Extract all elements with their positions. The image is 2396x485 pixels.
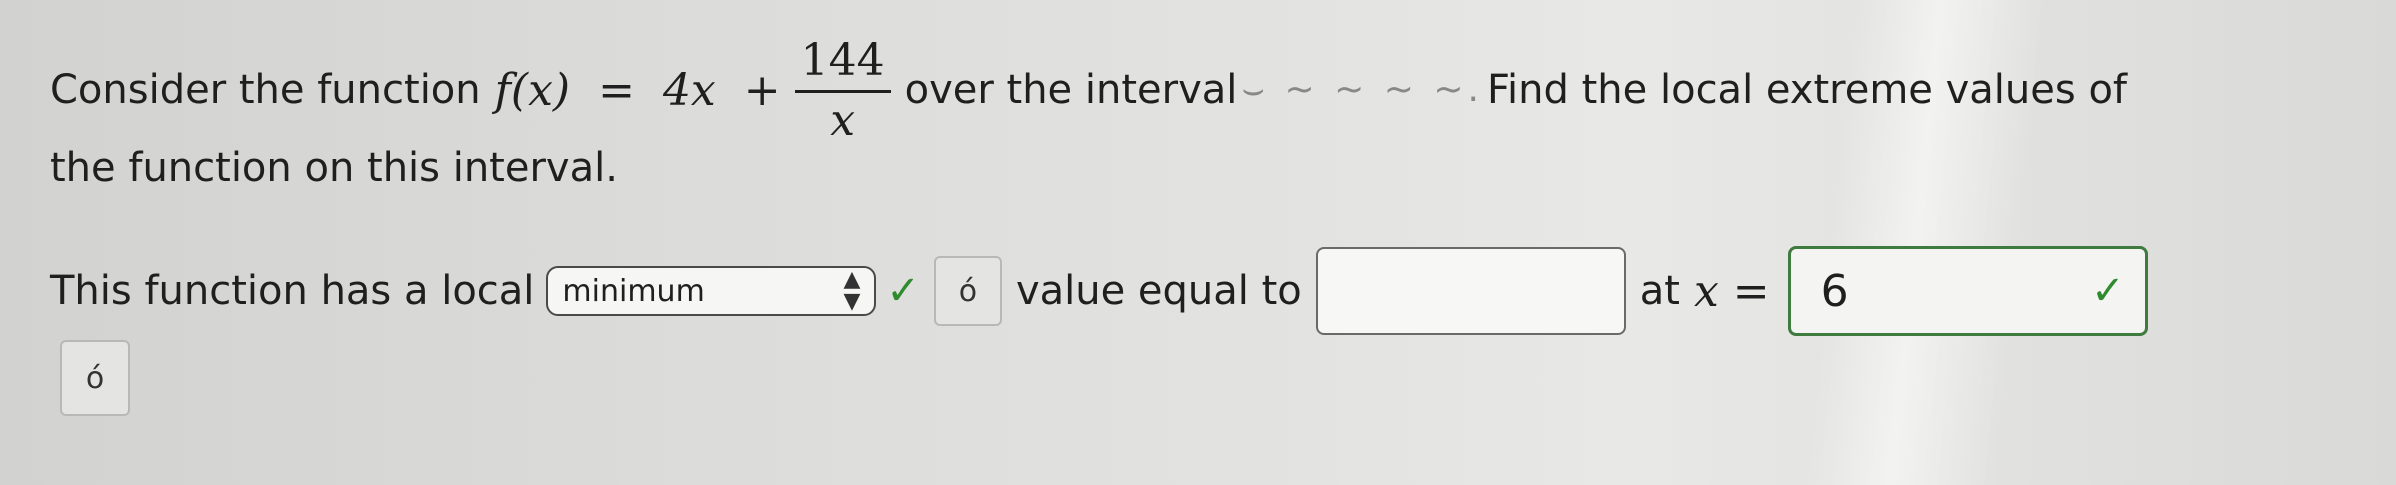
question-lead: Consider the function — [50, 67, 481, 113]
at-text: at — [1639, 268, 1680, 314]
question-line-1: Consider the function f(x) = 4x + 144 x … — [50, 30, 2127, 150]
fraction-denominator: x — [830, 94, 856, 146]
interval-glyphs: ⌣ ~ ~ ~ ~. — [1241, 69, 1483, 110]
extreme-type-select[interactable]: minimum ▲ ▼ — [546, 266, 877, 316]
plus-sign: + — [743, 64, 781, 116]
answer-row: This function has a local minimum ▲ ▼ ✓ ó… — [50, 246, 2148, 336]
function-expression: f(x) = 4x + — [495, 65, 781, 116]
fraction-144-over-x: 144 x — [794, 34, 891, 146]
key-icon: ó — [85, 360, 105, 396]
question-mid: over the interval — [904, 67, 1238, 113]
question-line-2: the function on this interval. — [50, 145, 618, 191]
question-line-2-text: the function on this interval. — [50, 145, 618, 191]
value-text: value equal to — [1015, 268, 1302, 314]
term-4x: 4x — [662, 64, 716, 116]
key-icon-button[interactable]: ó — [933, 256, 1002, 326]
extreme-value-input[interactable] — [1315, 247, 1626, 335]
answer-lead: This function has a local — [50, 268, 535, 314]
x-variable: x — [1693, 265, 1719, 317]
select-correct-check-icon: ✓ — [886, 268, 920, 314]
key-icon: ó — [958, 273, 978, 309]
select-arrows-icon: ▲ ▼ — [843, 267, 861, 314]
question-tail: Find the local extreme values of — [1486, 67, 2127, 113]
x-value: 6 — [1820, 265, 1849, 317]
extreme-type-selected: minimum — [562, 273, 705, 309]
x-correct-check-icon: ✓ — [2091, 268, 2125, 314]
x-value-input[interactable]: 6 ✓ — [1787, 246, 2148, 336]
equals-sign-2: = — [1732, 265, 1770, 317]
bottom-key-icon-button[interactable]: ó — [60, 340, 130, 416]
fraction-numerator: 144 — [800, 34, 885, 86]
function-lhs: f(x) — [494, 64, 571, 116]
equals-sign: = — [598, 64, 635, 116]
